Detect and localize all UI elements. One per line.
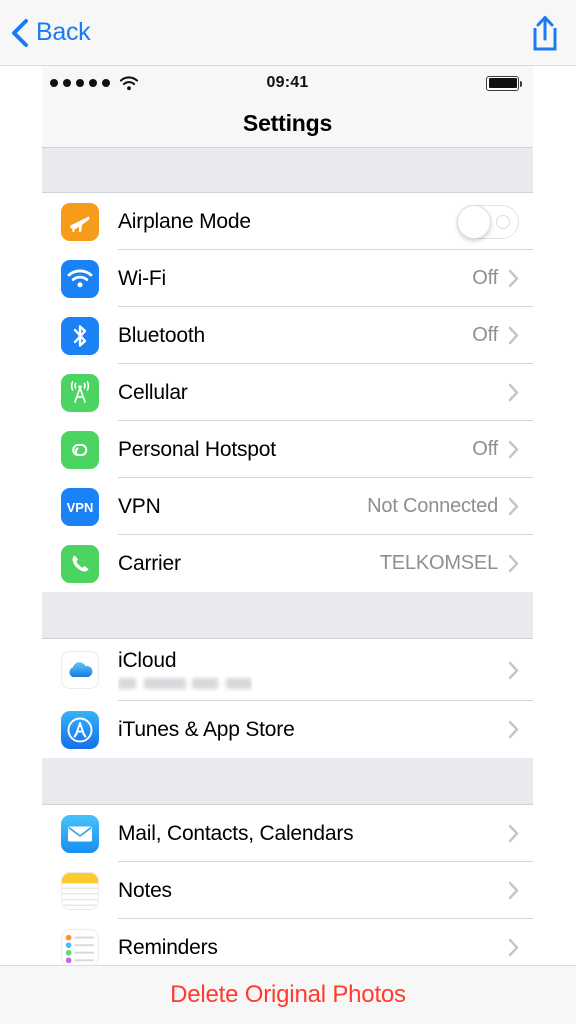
settings-row-label: Carrier (118, 551, 181, 575)
back-button-label: Back (36, 18, 91, 46)
settings-row-label: iTunes & App Store (118, 717, 295, 741)
chevron-left-icon (12, 18, 28, 47)
group-separator (42, 148, 533, 193)
svg-text:VPN: VPN (67, 500, 94, 515)
chevron-right-icon (508, 269, 519, 288)
settings-group-accounts: iCloud iTunes & App Store (42, 639, 533, 758)
mail-icon (61, 814, 99, 853)
settings-row-cellular[interactable]: Cellular (42, 364, 533, 421)
battery-full-icon (486, 75, 522, 91)
settings-row-label: iCloud (118, 648, 177, 672)
chevron-right-icon (508, 824, 519, 843)
bluetooth-icon (61, 316, 99, 355)
settings-row-label: Mail, Contacts, Calendars (118, 821, 354, 845)
chevron-right-icon (508, 440, 519, 459)
settings-row-label: Reminders (118, 935, 218, 959)
settings-row-carrier[interactable]: Carrier TELKOMSEL (42, 535, 533, 592)
settings-row-label: Wi-Fi (118, 266, 166, 290)
settings-row-vpn[interactable]: VPN VPN Not Connected (42, 478, 533, 535)
notes-icon (61, 871, 99, 910)
page-title-text: Settings (242, 110, 333, 136)
settings-group-apps: Mail, Contacts, Calendars Notes Reminder… (42, 805, 533, 965)
settings-row-wifi[interactable]: Wi-Fi Off (42, 250, 533, 307)
chevron-right-icon (508, 326, 519, 345)
settings-row-label: Notes (118, 878, 172, 902)
settings-row-reminders[interactable]: Reminders (42, 919, 533, 965)
settings-row-personal-hotspot[interactable]: Personal Hotspot Off (42, 421, 533, 478)
settings-row-value: TELKOMSEL (379, 552, 498, 574)
chevron-right-icon (508, 383, 519, 402)
settings-row-airplane-mode[interactable]: Airplane Mode (42, 193, 533, 250)
status-bar-clock: 09:41 (266, 74, 309, 91)
settings-row-value: Off (472, 324, 498, 346)
chevron-right-icon (508, 497, 519, 516)
delete-original-photos-label: Delete Original Photos (170, 981, 406, 1008)
phone-icon (61, 544, 99, 583)
settings-row-notes[interactable]: Notes (42, 862, 533, 919)
chevron-right-icon (508, 881, 519, 900)
ios-status-bar: 09:41 (42, 66, 533, 100)
settings-row-label: Airplane Mode (118, 209, 251, 233)
airplane-mode-toggle[interactable] (457, 204, 519, 239)
share-icon[interactable] (528, 13, 562, 53)
settings-row-label: Bluetooth (118, 323, 205, 347)
wifi-icon (61, 259, 99, 298)
icloud-icon (61, 651, 99, 689)
delete-original-photos-button[interactable]: Delete Original Photos (0, 965, 576, 1024)
chevron-right-icon (508, 720, 519, 739)
settings-row-label: Personal Hotspot (118, 437, 276, 461)
settings-row-value: Off (472, 267, 498, 289)
chevron-right-icon (508, 661, 519, 679)
settings-row-mail-contacts-calendars[interactable]: Mail, Contacts, Calendars (42, 805, 533, 862)
settings-row-icloud[interactable]: iCloud (42, 639, 533, 701)
screenshot-viewer: Back 09:41 Settings Airplane Mode Wi-Fi … (0, 0, 576, 1024)
settings-row-itunes-app-store[interactable]: iTunes & App Store (42, 701, 533, 758)
settings-group-connectivity: Airplane Mode Wi-Fi Off Bluetooth Off Ce… (42, 193, 533, 592)
back-button[interactable]: Back (10, 18, 91, 48)
reminders-icon (61, 928, 99, 965)
app-store-icon (61, 710, 99, 749)
cellular-tower-icon (61, 373, 99, 412)
settings-row-value: Off (472, 438, 498, 460)
embedded-phone-screenshot: 09:41 Settings Airplane Mode Wi-Fi Off B… (42, 66, 533, 965)
page-title: Settings (42, 100, 533, 148)
settings-row-value: Not Connected (367, 495, 498, 517)
group-separator (42, 758, 533, 805)
settings-row-label: VPN (118, 494, 161, 518)
chevron-right-icon (508, 938, 519, 957)
airplane-icon (61, 202, 99, 241)
settings-row-label: Cellular (118, 380, 188, 404)
chevron-right-icon (508, 554, 519, 573)
settings-row-bluetooth[interactable]: Bluetooth Off (42, 307, 533, 364)
group-separator (42, 592, 533, 639)
hotspot-link-icon (61, 430, 99, 469)
navigation-bar: Back (0, 0, 576, 66)
icloud-account-email-redacted (118, 676, 252, 692)
vpn-icon: VPN (61, 487, 99, 526)
